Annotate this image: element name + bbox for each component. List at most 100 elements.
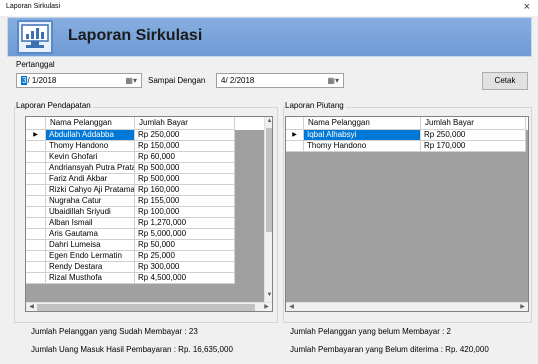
row-header[interactable]	[26, 229, 46, 240]
debt-row[interactable]: Thomy Handono Rp 170,000	[286, 141, 526, 152]
income-row[interactable]: Rendy Destara Rp 300,000	[26, 262, 235, 273]
customer-name-cell[interactable]: Kevin Ghofari	[46, 152, 135, 163]
scroll-down-icon[interactable]: ▼	[265, 292, 272, 301]
scroll-left-icon[interactable]: ◀	[27, 303, 36, 311]
amount-cell[interactable]: Rp 300,000	[135, 262, 235, 273]
row-header[interactable]	[26, 185, 46, 196]
scroll-left-icon[interactable]: ◀	[287, 303, 296, 311]
debt-row[interactable]: ▶ Iqbal Alhabsyi Rp 250,000	[286, 130, 526, 141]
print-button[interactable]: Cetak	[482, 72, 528, 90]
customer-name-cell[interactable]: Thomy Handono	[304, 141, 421, 152]
row-header[interactable]	[26, 174, 46, 185]
from-date-label: Pertanggal	[16, 60, 55, 69]
close-icon[interactable]: ×	[524, 1, 530, 13]
calendar-dropdown-icon[interactable]: ▦▾	[327, 76, 339, 85]
to-date-picker[interactable]: 4/ 2/2018 ▦▾	[216, 73, 344, 88]
row-header[interactable]	[26, 251, 46, 262]
income-row[interactable]: Kevin Ghofari Rp 60,000	[26, 152, 235, 163]
income-row[interactable]: Aris Gautama Rp 5,000,000	[26, 229, 235, 240]
row-header[interactable]	[26, 141, 46, 152]
income-rows: ▶ Abdullah Addabba Rp 250,000 Thomy Handono…	[26, 130, 235, 284]
amount-cell[interactable]: Rp 50,000	[135, 240, 235, 251]
income-row[interactable]: Rizal Musthofa Rp 4,500,000	[26, 273, 235, 284]
customer-name-cell[interactable]: Rendy Destara	[46, 262, 135, 273]
debt-report-title: Laporan Piutang	[285, 101, 346, 110]
debt-rows: ▶ Iqbal Alhabsyi Rp 250,000 Thomy Handono Rp…	[286, 130, 526, 152]
row-header[interactable]	[26, 273, 46, 284]
amount-cell[interactable]: Rp 500,000	[135, 163, 235, 174]
amount-cell[interactable]: Rp 25,000	[135, 251, 235, 262]
income-hscroll-thumb[interactable]	[37, 304, 255, 311]
current-row-icon[interactable]: ▶	[26, 130, 46, 141]
customer-name-cell[interactable]: Egen Endo Lermatin	[46, 251, 135, 262]
customer-name-cell[interactable]: Rizal Musthofa	[46, 273, 135, 284]
income-paid-total: Jumlah Uang Masuk Hasil Pembayaran : Rp.…	[31, 345, 233, 354]
income-col-amount[interactable]: Jumlah Bayar	[135, 117, 235, 130]
scroll-right-icon[interactable]: ▶	[262, 303, 271, 311]
customer-name-cell[interactable]: Iqbal Alhabsyi	[304, 130, 421, 141]
debt-unpaid-total: Jumlah Pembayaran yang Belum diterima : …	[290, 345, 489, 354]
customer-name-cell[interactable]: Ubaidillah Sriyudi	[46, 207, 135, 218]
income-grid[interactable]: Nama Pelanggan Jumlah Bayar ▶ Abdullah Ad…	[25, 116, 273, 312]
from-date-rest: / 1/2018	[27, 76, 57, 85]
amount-cell[interactable]: Rp 4,500,000	[135, 273, 235, 284]
debt-horizontal-scrollbar[interactable]: ◀ ▶	[286, 302, 528, 311]
customer-name-cell[interactable]: Rizki Cahyo Aji Pratama	[46, 185, 135, 196]
customer-name-cell[interactable]: Dahri Lumeisa	[46, 240, 135, 251]
scroll-up-icon[interactable]: ▲	[265, 118, 272, 127]
income-row[interactable]: Rizki Cahyo Aji Pratama Rp 160,000	[26, 185, 235, 196]
window-titlebar: Laporan Sirkulasi ×	[0, 0, 538, 16]
customer-name-cell[interactable]: Fariz Andi Akbar	[46, 174, 135, 185]
row-header[interactable]	[26, 207, 46, 218]
scroll-right-icon[interactable]: ▶	[518, 303, 527, 311]
calendar-dropdown-icon[interactable]: ▦▾	[125, 76, 137, 85]
row-header[interactable]	[26, 240, 46, 251]
debt-unpaid-count: Jumlah Pelanggan yang belum Membayar : 2	[290, 327, 451, 336]
customer-name-cell[interactable]: Abdullah Addabba	[46, 130, 135, 141]
amount-cell[interactable]: Rp 60,000	[135, 152, 235, 163]
row-header[interactable]	[26, 163, 46, 174]
debt-grid[interactable]: Nama Pelanggan Jumlah Bayar ▶ Iqbal Alhab…	[285, 116, 529, 312]
income-row[interactable]: Andriansyah Putra Prata... Rp 500,000	[26, 163, 235, 174]
income-row[interactable]: Egen Endo Lermatin Rp 25,000	[26, 251, 235, 262]
customer-name-cell[interactable]: Thomy Handono	[46, 141, 135, 152]
amount-cell[interactable]: Rp 150,000	[135, 141, 235, 152]
income-row[interactable]: Dahri Lumeisa Rp 50,000	[26, 240, 235, 251]
debt-col-name[interactable]: Nama Pelanggan	[304, 117, 421, 130]
income-row[interactable]: Fariz Andi Akbar Rp 500,000	[26, 174, 235, 185]
row-header[interactable]	[26, 196, 46, 207]
income-row[interactable]: Alban Ismail Rp 1,270,000	[26, 218, 235, 229]
header-banner: Laporan Sirkulasi	[7, 17, 532, 57]
customer-name-cell[interactable]: Andriansyah Putra Prata...	[46, 163, 135, 174]
income-row[interactable]: Thomy Handono Rp 150,000	[26, 141, 235, 152]
income-vscroll-thumb[interactable]	[266, 128, 272, 232]
income-vertical-scrollbar[interactable]: ▲ ▼	[264, 117, 272, 302]
from-date-picker[interactable]: 3/ 1/2018 ▦▾	[16, 73, 142, 88]
amount-cell[interactable]: Rp 500,000	[135, 174, 235, 185]
income-col-name[interactable]: Nama Pelanggan	[46, 117, 135, 130]
row-header[interactable]	[26, 152, 46, 163]
amount-cell[interactable]: Rp 155,000	[135, 196, 235, 207]
amount-cell[interactable]: Rp 5,000,000	[135, 229, 235, 240]
income-grid-header: Nama Pelanggan Jumlah Bayar	[26, 117, 264, 130]
row-header[interactable]	[26, 218, 46, 229]
customer-name-cell[interactable]: Alban Ismail	[46, 218, 135, 229]
income-horizontal-scrollbar[interactable]: ◀ ▶	[26, 302, 272, 311]
amount-cell[interactable]: Rp 100,000	[135, 207, 235, 218]
amount-cell[interactable]: Rp 170,000	[421, 141, 526, 152]
customer-name-cell[interactable]: Aris Gautama	[46, 229, 135, 240]
debt-hscroll-track[interactable]	[297, 304, 519, 311]
current-row-icon[interactable]: ▶	[286, 130, 304, 141]
income-row[interactable]: Nugraha Catur Rp 155,000	[26, 196, 235, 207]
page-title: Laporan Sirkulasi	[68, 27, 203, 44]
income-row[interactable]: ▶ Abdullah Addabba Rp 250,000	[26, 130, 235, 141]
customer-name-cell[interactable]: Nugraha Catur	[46, 196, 135, 207]
amount-cell[interactable]: Rp 250,000	[135, 130, 235, 141]
debt-col-amount[interactable]: Jumlah Bayar	[421, 117, 526, 130]
row-header[interactable]	[26, 262, 46, 273]
amount-cell[interactable]: Rp 250,000	[421, 130, 526, 141]
amount-cell[interactable]: Rp 160,000	[135, 185, 235, 196]
amount-cell[interactable]: Rp 1,270,000	[135, 218, 235, 229]
income-row[interactable]: Ubaidillah Sriyudi Rp 100,000	[26, 207, 235, 218]
row-header[interactable]	[286, 141, 304, 152]
